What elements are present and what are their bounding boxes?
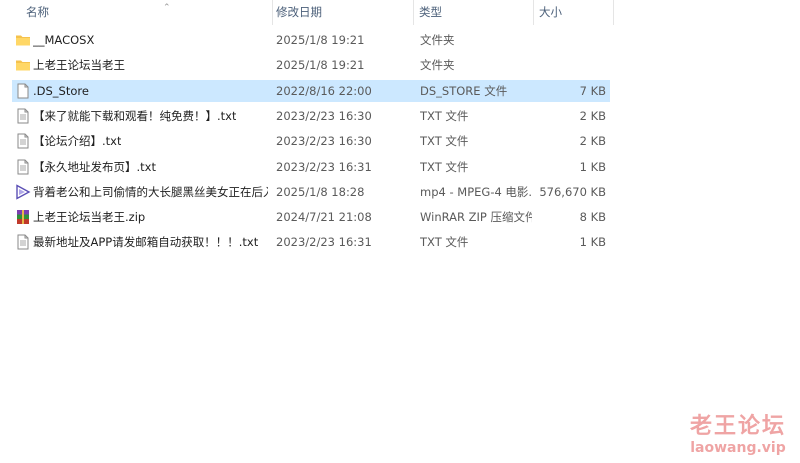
text-file-icon (15, 133, 31, 149)
file-name: 背着老公和上司偷情的大长腿黑丝美女正在后入... (33, 184, 268, 199)
folder-icon (15, 57, 31, 73)
file-type: WinRAR ZIP 压缩文件 (420, 210, 532, 225)
sort-ascending-icon: ⌃ (163, 3, 171, 13)
file-type: TXT 文件 (420, 134, 469, 149)
file-type: 文件夹 (420, 58, 455, 73)
file-row[interactable]: 【论坛介绍】.txt 2023/2/23 16:30 TXT 文件 2 KB (12, 130, 610, 152)
file-name: 上老王论坛当老王 (33, 58, 125, 73)
watermark-url: laowang.vip (690, 440, 786, 456)
file-row[interactable]: 上老王论坛当老王 2025/1/8 19:21 文件夹 (12, 54, 610, 76)
file-type: DS_STORE 文件 (420, 83, 508, 98)
file-size: 576,670 KB (539, 184, 606, 199)
file-size: 2 KB (579, 108, 606, 123)
column-header-size[interactable]: 大小 (534, 0, 614, 25)
file-type: TXT 文件 (420, 235, 469, 250)
file-name: 【永久地址发布页】.txt (33, 159, 156, 174)
text-file-icon (15, 159, 31, 175)
file-size: 2 KB (579, 134, 606, 149)
file-size: 8 KB (579, 210, 606, 225)
column-header-date-label: 修改日期 (276, 5, 322, 19)
file-date: 2023/2/23 16:30 (276, 134, 372, 149)
file-name: __MACOSX (33, 33, 95, 47)
folder-icon (15, 32, 31, 48)
file-date: 2025/1/8 19:21 (276, 33, 365, 47)
column-header-type[interactable]: 类型 (414, 0, 534, 25)
column-header-bar: 名称 ⌃ 修改日期 类型 大小 (0, 0, 615, 25)
column-header-type-label: 类型 (419, 5, 442, 19)
file-name: 【来了就能下载和观看！纯免费！】.txt (33, 108, 237, 123)
file-row[interactable]: 【来了就能下载和观看！纯免费！】.txt 2023/2/23 16:30 TXT 文… (12, 105, 610, 127)
file-type: TXT 文件 (420, 159, 469, 174)
file-name: 最新地址及APP请发邮箱自动获取！！！.txt (33, 235, 259, 250)
file-date: 2024/7/21 21:08 (276, 210, 372, 225)
file-size: 7 KB (579, 83, 606, 98)
file-name: .DS_Store (33, 83, 89, 98)
file-name: 上老王论坛当老王.zip (33, 210, 146, 225)
video-file-icon (15, 184, 31, 200)
file-date: 2025/1/8 19:21 (276, 58, 365, 73)
file-name: 【论坛介绍】.txt (33, 134, 122, 149)
file-row[interactable]: __MACOSX 2025/1/8 19:21 文件夹 (12, 29, 610, 51)
file-row[interactable]: 【永久地址发布页】.txt 2023/2/23 16:31 TXT 文件 1 KB (12, 156, 610, 178)
file-type: 文件夹 (420, 33, 455, 47)
column-header-date[interactable]: 修改日期 (271, 0, 414, 25)
file-size: 1 KB (579, 235, 606, 250)
file-date: 2023/2/23 16:31 (276, 159, 372, 174)
winrar-icon (15, 209, 31, 225)
text-file-icon (15, 234, 31, 250)
file-row[interactable]: 最新地址及APP请发邮箱自动获取！！！.txt 2023/2/23 16:31 TX… (12, 231, 610, 253)
file-date: 2025/1/8 18:28 (276, 184, 365, 199)
file-date: 2023/2/23 16:31 (276, 235, 372, 250)
file-icon (15, 83, 31, 99)
file-row[interactable]: 背着老公和上司偷情的大长腿黑丝美女正在后入... 2025/1/8 18:28 mp… (12, 181, 610, 203)
file-size: 1 KB (579, 159, 606, 174)
column-header-size-label: 大小 (539, 5, 562, 19)
file-type: mp4 - MPEG-4 电影... (420, 184, 532, 199)
watermark: 老王论坛 laowang.vip (690, 413, 786, 457)
file-row[interactable]: 上老王论坛当老王.zip 2024/7/21 21:08 WinRAR ZIP 压缩… (12, 206, 610, 228)
column-header-name[interactable]: 名称 ⌃ (21, 0, 273, 25)
column-header-name-label: 名称 (26, 5, 49, 19)
file-type: TXT 文件 (420, 108, 469, 123)
file-date: 2022/8/16 22:00 (276, 83, 372, 98)
watermark-title: 老王论坛 (689, 413, 786, 439)
file-row[interactable]: .DS_Store 2022/8/16 22:00 DS_STORE 文件 7 KB (12, 79, 610, 102)
text-file-icon (15, 108, 31, 124)
file-date: 2023/2/23 16:30 (276, 108, 372, 123)
